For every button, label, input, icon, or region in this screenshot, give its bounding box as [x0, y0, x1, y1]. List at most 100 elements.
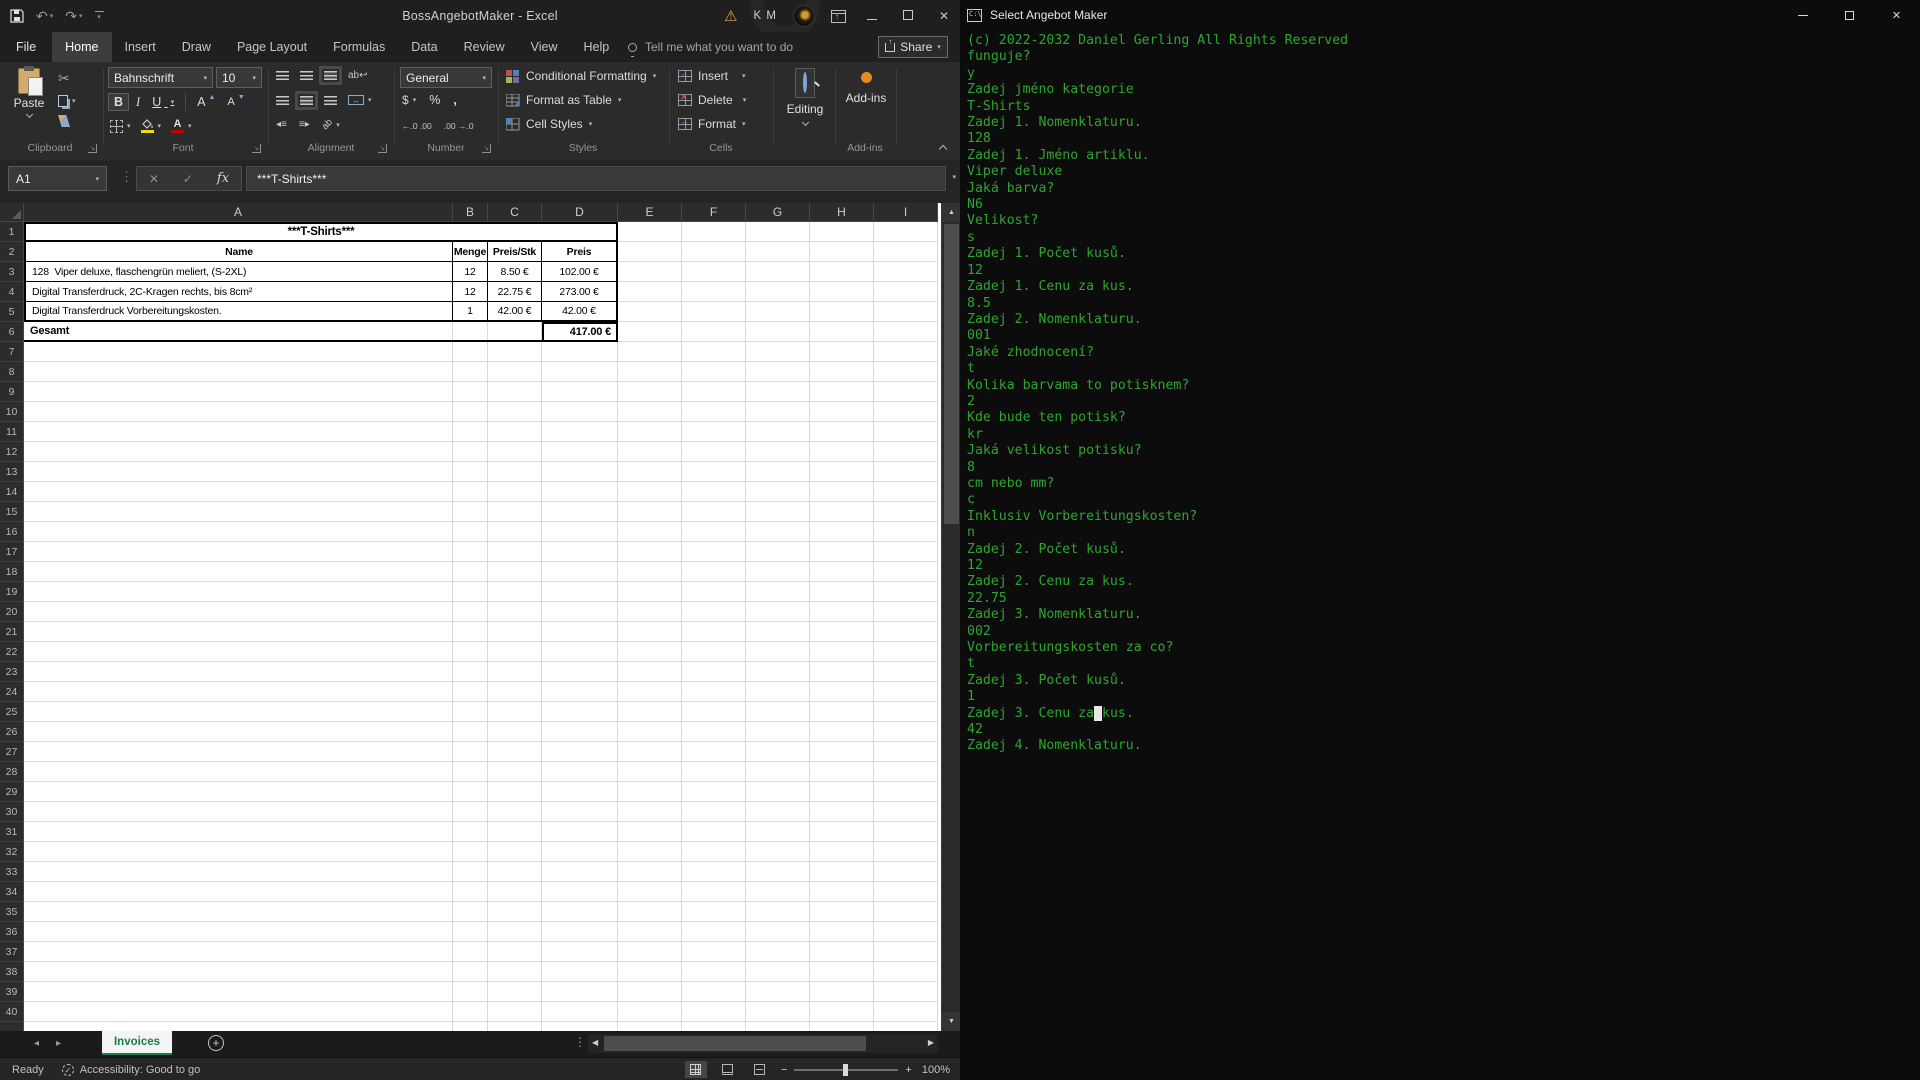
maximize-button[interactable] — [898, 9, 918, 23]
orientation-button[interactable]: ab▾ — [322, 119, 340, 130]
sheet-tab-invoices[interactable]: Invoices — [102, 1031, 172, 1055]
alignment-dialog-launcher-icon[interactable] — [378, 144, 387, 153]
column-header-D[interactable]: D — [542, 203, 618, 222]
minimize-button[interactable] — [862, 9, 882, 23]
align-right-button[interactable] — [324, 96, 337, 105]
insert-function-icon[interactable]: fx — [217, 171, 229, 186]
row-header-34[interactable]: 34 — [0, 882, 24, 902]
font-dialog-launcher-icon[interactable] — [252, 144, 261, 153]
expand-formula-bar-icon[interactable]: ▾ — [952, 173, 956, 181]
clipboard-dialog-launcher-icon[interactable] — [88, 144, 97, 153]
row-header-27[interactable]: 27 — [0, 742, 24, 762]
number-format-combobox[interactable]: General▾ — [400, 67, 492, 88]
fill-color-button[interactable]: ▾ — [141, 119, 162, 133]
row-header-30[interactable]: 30 — [0, 802, 24, 822]
row-header-3[interactable]: 3 — [0, 262, 24, 282]
zoom-in-icon[interactable]: + — [905, 1064, 911, 1076]
cell-r3-c0[interactable]: 128 Viper deluxe, flaschengrün meliert, … — [24, 262, 453, 282]
column-header-I[interactable]: I — [874, 203, 938, 222]
enter-entry-icon[interactable]: ✓ — [183, 172, 193, 186]
undo-button[interactable]: ↶▾ — [36, 8, 53, 25]
row-header-23[interactable]: 23 — [0, 662, 24, 682]
cell-r5-c0[interactable]: Digital Transferdruck Vorbereitungskoste… — [24, 302, 453, 322]
decrease-indent-button[interactable]: ◂≡ — [276, 119, 287, 130]
cell-r4-c0[interactable]: Digital Transferdruck, 2C-Kragen rechts,… — [24, 282, 453, 302]
row-header-26[interactable]: 26 — [0, 722, 24, 742]
cell-header-0[interactable]: Name — [24, 242, 453, 262]
ribbon-tab-formulas[interactable]: Formulas — [320, 32, 398, 62]
column-header-F[interactable]: F — [682, 203, 746, 222]
zoom-level[interactable]: 100% — [922, 1064, 950, 1076]
accounting-format-button[interactable]: $▾ — [402, 93, 416, 107]
middle-align-button[interactable] — [300, 71, 313, 80]
prev-sheet-icon[interactable]: ◂ — [34, 1038, 39, 1049]
cell-r3-c2[interactable]: 8.50 € — [488, 262, 542, 282]
shrink-font-button[interactable]: A▼ — [223, 95, 250, 109]
cell-styles-button[interactable]: Cell Styles▾ — [506, 112, 656, 136]
scroll-up-icon[interactable]: ▲ — [942, 203, 960, 222]
vertical-scrollbar-thumb[interactable] — [944, 224, 959, 524]
ribbon-tab-review[interactable]: Review — [451, 32, 518, 62]
increase-decimal-button[interactable]: ←.0 .00 — [402, 121, 432, 131]
row-header-39[interactable]: 39 — [0, 982, 24, 1002]
delete-cells-button[interactable]: ✕ Delete▾ — [678, 88, 746, 112]
zoom-out-icon[interactable]: − — [781, 1064, 787, 1076]
zoom-slider[interactable]: − + — [781, 1064, 912, 1076]
console-maximize-button[interactable] — [1826, 0, 1873, 30]
scroll-right-icon[interactable]: ▶ — [928, 1038, 934, 1047]
italic-button[interactable]: I — [131, 94, 145, 111]
next-sheet-icon[interactable]: ▸ — [56, 1038, 61, 1049]
conditional-formatting-button[interactable]: Conditional Formatting▾ — [506, 64, 656, 88]
top-align-button[interactable] — [276, 71, 289, 80]
row-header-1[interactable]: 1 — [0, 222, 24, 242]
tabbar-dots[interactable]: ⋮ — [574, 1035, 586, 1049]
bottom-align-button[interactable] — [324, 71, 337, 80]
new-sheet-icon[interactable]: + — [208, 1035, 224, 1051]
cut-button[interactable]: ✂ — [58, 70, 76, 87]
vertical-scrollbar[interactable]: ▲ ▼ — [941, 203, 960, 1031]
merge-center-button[interactable]: ↔▾ — [348, 95, 372, 105]
percent-style-button[interactable]: % — [429, 93, 440, 107]
row-header-29[interactable]: 29 — [0, 782, 24, 802]
decrease-decimal-button[interactable]: .00 →.0 — [444, 121, 474, 131]
row-header-37[interactable]: 37 — [0, 942, 24, 962]
column-header-C[interactable]: C — [488, 203, 542, 222]
ribbon-tab-home[interactable]: Home — [52, 32, 111, 62]
row-header-38[interactable]: 38 — [0, 962, 24, 982]
column-header-G[interactable]: G — [746, 203, 810, 222]
row-header-13[interactable]: 13 — [0, 462, 24, 482]
cancel-entry-icon[interactable]: ✕ — [149, 172, 159, 186]
cells-area[interactable]: ***T-Shirts***NameMengePreis/StkPreis128… — [24, 222, 938, 1031]
row-header-2[interactable]: 2 — [0, 242, 24, 262]
row-header-32[interactable]: 32 — [0, 842, 24, 862]
cell-r5-c2[interactable]: 42.00 € — [488, 302, 542, 322]
row-header-5[interactable]: 5 — [0, 302, 24, 322]
scroll-down-icon[interactable]: ▼ — [942, 1012, 960, 1031]
align-left-button[interactable] — [276, 96, 289, 105]
cell-r3-c1[interactable]: 12 — [453, 262, 488, 282]
column-header-E[interactable]: E — [618, 203, 682, 222]
comma-style-button[interactable]: , — [453, 93, 456, 107]
format-as-table-button[interactable]: Format as Table▾ — [506, 88, 656, 112]
ribbon-tab-view[interactable]: View — [518, 32, 571, 62]
row-header-36[interactable]: 36 — [0, 922, 24, 942]
column-header-H[interactable]: H — [810, 203, 874, 222]
row-header-12[interactable]: 12 — [0, 442, 24, 462]
cell-header-3[interactable]: Preis — [542, 242, 618, 262]
row-header-25[interactable]: 25 — [0, 702, 24, 722]
zoom-track[interactable] — [794, 1069, 898, 1071]
row-header-18[interactable]: 18 — [0, 562, 24, 582]
row-header-17[interactable]: 17 — [0, 542, 24, 562]
row-header-22[interactable]: 22 — [0, 642, 24, 662]
font-color-button[interactable]: A ▾ — [171, 120, 192, 133]
warning-icon[interactable]: ⚠ — [724, 7, 737, 25]
font-size-combobox[interactable]: 10▾ — [216, 67, 262, 88]
row-header-19[interactable]: 19 — [0, 582, 24, 602]
row-header-11[interactable]: 11 — [0, 422, 24, 442]
ribbon-display-options-icon[interactable] — [831, 10, 846, 23]
console-minimize-button[interactable] — [1779, 0, 1826, 30]
row-header-28[interactable]: 28 — [0, 762, 24, 782]
name-box[interactable]: A1▾ — [8, 166, 107, 191]
cell-r5-c1[interactable]: 1 — [453, 302, 488, 322]
customize-qat-button[interactable]: ▾ — [95, 11, 104, 22]
